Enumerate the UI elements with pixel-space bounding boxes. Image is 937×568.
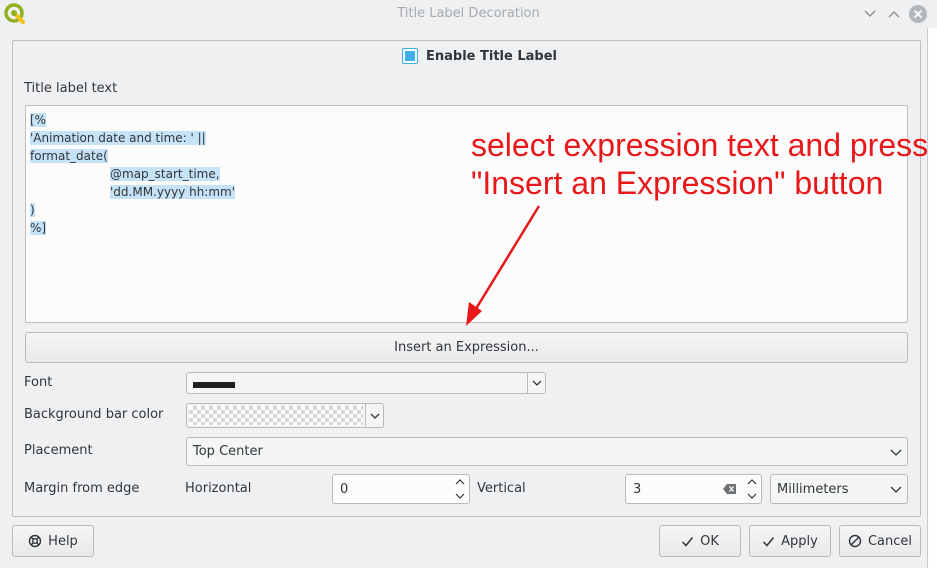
horizontal-spinbox[interactable]: 0	[332, 474, 470, 504]
cancel-label: Cancel	[867, 533, 913, 549]
lifebuoy-icon	[28, 534, 42, 548]
text-line: [%	[30, 113, 47, 127]
apply-label: Apply	[781, 533, 818, 549]
cancel-icon	[848, 534, 862, 548]
text-line: 'dd.MM.yyyy hh:mm'	[110, 185, 236, 199]
chevron-down-icon[interactable]	[747, 491, 757, 501]
placement-value: Top Center	[193, 444, 263, 459]
chevron-down-icon	[864, 10, 876, 18]
font-preview-swatch	[193, 382, 235, 388]
font-dropdown-arrow[interactable]	[527, 373, 545, 393]
help-label: Help	[48, 533, 78, 549]
units-select[interactable]: Millimeters	[770, 474, 908, 504]
vertical-spinbox[interactable]: 3	[625, 474, 762, 504]
background-bar-color-button[interactable]	[186, 403, 384, 428]
help-button[interactable]: Help	[12, 525, 94, 557]
checkmark-icon	[682, 536, 694, 547]
units-value: Millimeters	[777, 481, 849, 497]
background-bar-color-label: Background bar color	[24, 407, 164, 422]
units-dropdown-arrow[interactable]	[885, 475, 907, 503]
checkbox-box[interactable]	[402, 48, 418, 64]
insert-expression-button[interactable]: Insert an Expression...	[25, 332, 908, 363]
chevron-down-icon	[532, 380, 541, 386]
background-window-strip	[927, 28, 937, 568]
chevron-down-icon	[890, 449, 902, 456]
insert-expression-label: Insert an Expression...	[394, 340, 539, 355]
chevron-down-icon[interactable]	[455, 491, 465, 501]
text-line: )	[30, 203, 35, 217]
vertical-value: 3	[633, 481, 642, 497]
text-line: format_date(	[30, 149, 108, 163]
margin-from-edge-label: Margin from edge	[24, 481, 140, 496]
enable-title-label-checkbox[interactable]: Enable Title Label	[402, 46, 557, 66]
annotation-line-2: "Insert an Expression" button	[471, 165, 884, 201]
checkbox-checked-mark	[405, 51, 415, 61]
horizontal-value: 0	[340, 481, 349, 497]
apply-button[interactable]: Apply	[749, 525, 831, 557]
placement-label: Placement	[24, 443, 93, 458]
text-line: 'Animation date and time: ' ||	[30, 131, 206, 145]
placement-dropdown-arrow[interactable]	[885, 438, 907, 465]
horizontal-stepper[interactable]	[453, 477, 467, 501]
placement-select[interactable]: Top Center	[186, 437, 908, 466]
chevron-down-icon	[370, 413, 379, 419]
checkmark-icon	[763, 536, 775, 547]
text-line: @map_start_time,	[110, 167, 220, 181]
title-label-text-label: Title label text	[24, 81, 118, 96]
close-icon	[909, 5, 927, 23]
color-dropdown-arrow[interactable]	[365, 404, 383, 427]
font-label: Font	[24, 375, 53, 390]
chevron-up-icon	[888, 10, 900, 18]
clear-field-icon[interactable]	[723, 483, 737, 495]
enable-title-label-text: Enable Title Label	[426, 48, 557, 64]
text-line: %]	[30, 221, 47, 235]
minimize-button[interactable]	[860, 4, 880, 24]
transparent-color-swatch	[189, 406, 363, 425]
maximize-button[interactable]	[884, 4, 904, 24]
title-bar: Title Label Decoration	[0, 0, 937, 28]
window-title: Title Label Decoration	[397, 6, 540, 21]
vertical-stepper[interactable]	[745, 477, 759, 501]
chevron-up-icon[interactable]	[747, 477, 757, 487]
horizontal-label: Horizontal	[185, 481, 252, 496]
chevron-down-icon	[890, 486, 902, 493]
vertical-label: Vertical	[477, 481, 526, 496]
font-button[interactable]	[186, 372, 546, 394]
close-button[interactable]	[908, 4, 928, 24]
ok-label: OK	[700, 533, 719, 549]
chevron-up-icon[interactable]	[455, 477, 465, 487]
annotation-line-1: select expression text and press	[471, 127, 929, 163]
cancel-button[interactable]: Cancel	[839, 525, 921, 557]
ok-button[interactable]: OK	[659, 525, 741, 557]
